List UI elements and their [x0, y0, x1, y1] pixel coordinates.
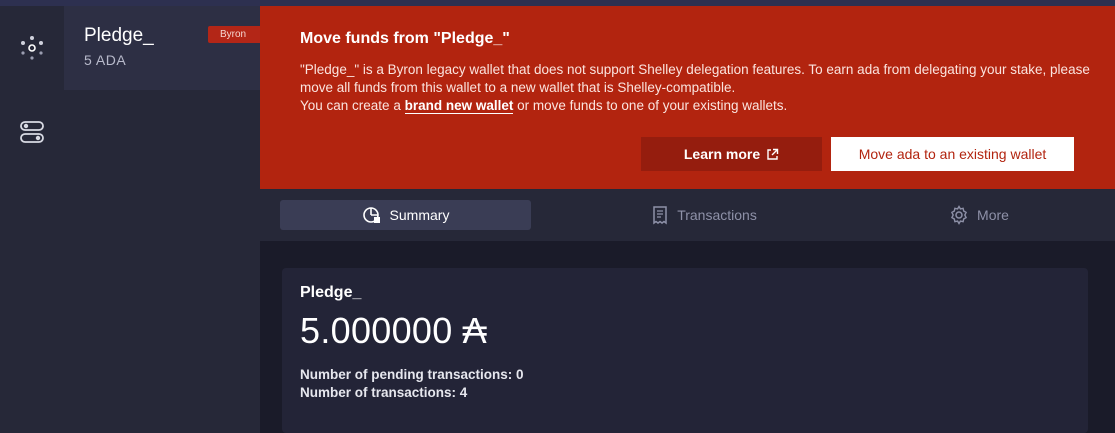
- summary-icon: [362, 207, 380, 223]
- notification-body-text: "Pledge_" is a Byron legacy wallet that …: [300, 62, 1090, 95]
- settings-nav-button[interactable]: [0, 104, 64, 160]
- summary-balance-value: 5.000000: [300, 310, 453, 351]
- transactions-count: Number of transactions: 4: [300, 385, 468, 400]
- notification-title: Move funds from "Pledge_": [300, 30, 510, 47]
- summary-balance: 5.000000 ₳: [300, 310, 487, 352]
- tab-transactions-label: Transactions: [677, 207, 757, 223]
- move-ada-button[interactable]: Move ada to an existing wallet: [831, 137, 1074, 171]
- main-content: Move funds from "Pledge_" "Pledge_" is a…: [260, 6, 1115, 433]
- ada-symbol-icon: ₳: [462, 310, 487, 351]
- learn-more-label: Learn more: [683, 146, 761, 162]
- notification-body-suffix: or move funds to one of your existing wa…: [513, 98, 788, 113]
- toggles-icon: [20, 121, 44, 143]
- learn-more-button[interactable]: Learn more: [641, 137, 822, 171]
- tab-more[interactable]: More: [924, 200, 1034, 230]
- wallet-list-item[interactable]: Pledge_ 5 ADA Byron: [64, 6, 260, 90]
- gear-icon: [951, 205, 968, 225]
- brand-new-wallet-link[interactable]: brand new wallet: [404, 98, 514, 114]
- notification-body-prefix: You can create a: [300, 98, 405, 113]
- pending-transactions-count: Number of pending transactions: 0: [300, 367, 524, 382]
- wallets-nav-button[interactable]: [0, 20, 64, 76]
- wallet-summary-card: Pledge_ 5.000000 ₳ Number of pending tra…: [282, 268, 1088, 433]
- wallet-list: Pledge_ 5 ADA Byron: [64, 6, 260, 433]
- legacy-wallet-notification: Move funds from "Pledge_" "Pledge_" is a…: [260, 6, 1115, 189]
- transactions-icon: [653, 206, 667, 225]
- tab-summary[interactable]: Summary: [280, 200, 531, 230]
- tab-summary-label: Summary: [389, 207, 450, 223]
- byron-badge: Byron: [208, 26, 260, 43]
- tab-more-label: More: [977, 207, 1009, 223]
- tab-transactions[interactable]: Transactions: [619, 200, 789, 230]
- wallet-tabs: Summary Transactions More: [260, 189, 1115, 241]
- external-link-icon: [767, 148, 779, 160]
- wallet-list-item-name: Pledge_: [84, 25, 154, 46]
- wallet-list-item-amount: 5 ADA: [84, 52, 127, 68]
- wallets-icon: [21, 36, 43, 60]
- summary-wallet-name: Pledge_: [300, 284, 362, 301]
- notification-body: "Pledge_" is a Byron legacy wallet that …: [300, 61, 1100, 115]
- nav-rail: [0, 6, 64, 433]
